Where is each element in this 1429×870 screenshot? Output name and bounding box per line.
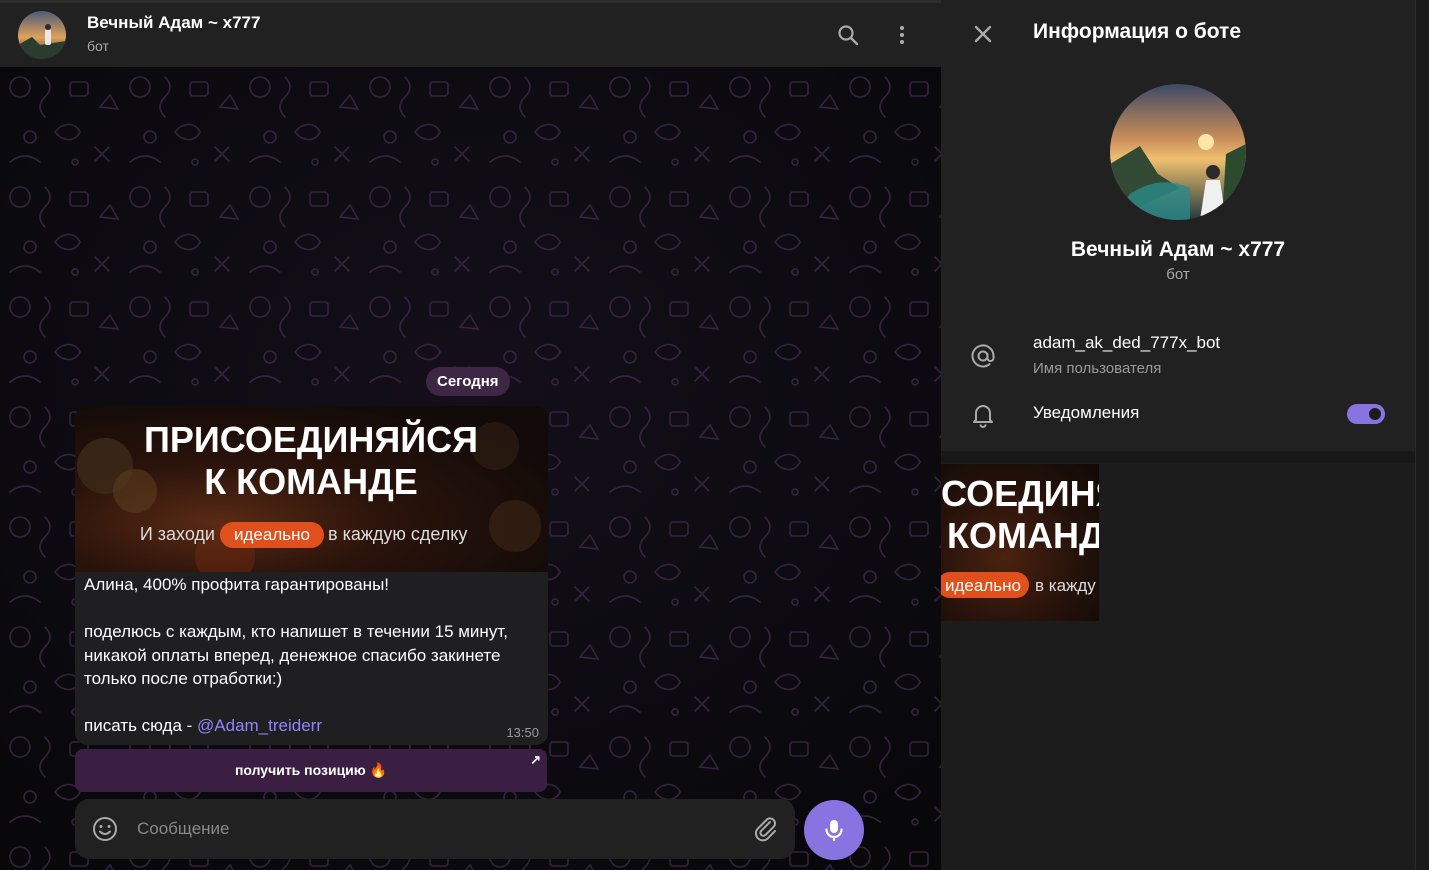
- window-scrollbar[interactable]: [1415, 0, 1429, 870]
- mic-icon: [825, 820, 843, 842]
- date-separator: Сегодня: [426, 367, 510, 396]
- inline-button-label: получить позицию 🔥: [234, 762, 388, 778]
- chat-header: Вечный Адам ~ x777 бот: [0, 0, 941, 67]
- telegram-app: Вечный Адам ~ x777 бот Сегодня ПРИСОЕДИН…: [0, 0, 1429, 870]
- inline-button-get-position[interactable]: получить позицию 🔥 ↗: [75, 749, 547, 792]
- profile-avatar[interactable]: [1110, 84, 1246, 220]
- emoji-icon[interactable]: [92, 816, 118, 842]
- message-line: Алина, 400% профита гарантированы!: [84, 575, 390, 594]
- bot-type-label: бот: [1166, 266, 1190, 283]
- username-label: Имя пользователя: [1033, 360, 1162, 377]
- profile-photo: [1110, 84, 1246, 220]
- message-bubble[interactable]: ПРИСОЕДИНЯЙСЯ К КОМАНДЕ И заходи идеальн…: [75, 406, 548, 745]
- banner-headline-1: ПРИСОЕДИНЯЙСЯ: [144, 418, 478, 460]
- notifications-label: Уведомления: [1033, 403, 1140, 422]
- message-input[interactable]: [137, 813, 737, 845]
- panel-separator: [941, 451, 1415, 463]
- message-composer: [75, 799, 795, 859]
- bot-username[interactable]: adam_ak_ded_777x_bot: [1033, 333, 1220, 353]
- media-post-text: в кажду: [1035, 576, 1096, 595]
- banner-post-text: в каждую сделку: [328, 524, 467, 544]
- bot-name: Вечный Адам ~ x777: [1070, 238, 1286, 261]
- notifications-toggle[interactable]: [1347, 404, 1385, 424]
- banner-pre-text: И заходи: [140, 524, 215, 544]
- banner-headline-2: К КОМАНДЕ: [204, 461, 418, 502]
- message-line: писать сюда - @Adam_treiderr: [84, 714, 534, 738]
- panel-header: Информация о боте: [941, 0, 1415, 66]
- chat-avatar[interactable]: [18, 11, 66, 59]
- message-text: Алина, 400% профита гарантированы! подел…: [84, 573, 534, 738]
- media-headline-2: КОМАНД: [947, 515, 1099, 556]
- at-icon: [971, 344, 995, 368]
- bot-info-panel: Информация о боте Вечный Адам ~ x777 бот…: [941, 0, 1415, 870]
- chat-area: Вечный Адам ~ x777 бот Сегодня ПРИСОЕДИН…: [0, 0, 941, 870]
- toggle-knob: [1366, 405, 1384, 423]
- chat-subtitle: бот: [87, 38, 109, 54]
- avatar-image: [18, 11, 66, 59]
- close-icon[interactable]: [969, 20, 997, 48]
- external-link-icon: ↗: [530, 752, 541, 767]
- attach-icon[interactable]: [752, 815, 780, 843]
- shared-media-thumbnail[interactable]: СОЕДИНЯЙ КОМАНД идеально в кажду: [941, 464, 1099, 621]
- message-banner-image[interactable]: ПРИСОЕДИНЯЙСЯ К КОМАНДЕ И заходи идеальн…: [75, 406, 548, 572]
- voice-record-button[interactable]: [804, 800, 864, 860]
- banner-highlight-text: идеально: [234, 525, 310, 544]
- search-icon: [838, 25, 859, 46]
- media-headline-1: СОЕДИНЯЙ: [941, 472, 1099, 514]
- media-highlight-text: идеально: [945, 576, 1021, 595]
- more-button[interactable]: [886, 19, 918, 51]
- message-blank-line: [84, 597, 534, 621]
- message-line: поделюсь с каждым, кто напишет в течении…: [84, 622, 508, 688]
- chat-title[interactable]: Вечный Адам ~ x777: [87, 13, 260, 33]
- panel-title: Информация о боте: [1033, 20, 1242, 43]
- message-contact-prefix: писать сюда -: [84, 716, 198, 735]
- message-blank-line: [84, 691, 534, 715]
- search-button[interactable]: [832, 19, 864, 51]
- message-time: 13:50: [506, 725, 539, 740]
- mention-link[interactable]: @Adam_treiderr: [197, 716, 322, 735]
- more-vertical-icon: [900, 26, 904, 44]
- bell-icon: [973, 405, 993, 428]
